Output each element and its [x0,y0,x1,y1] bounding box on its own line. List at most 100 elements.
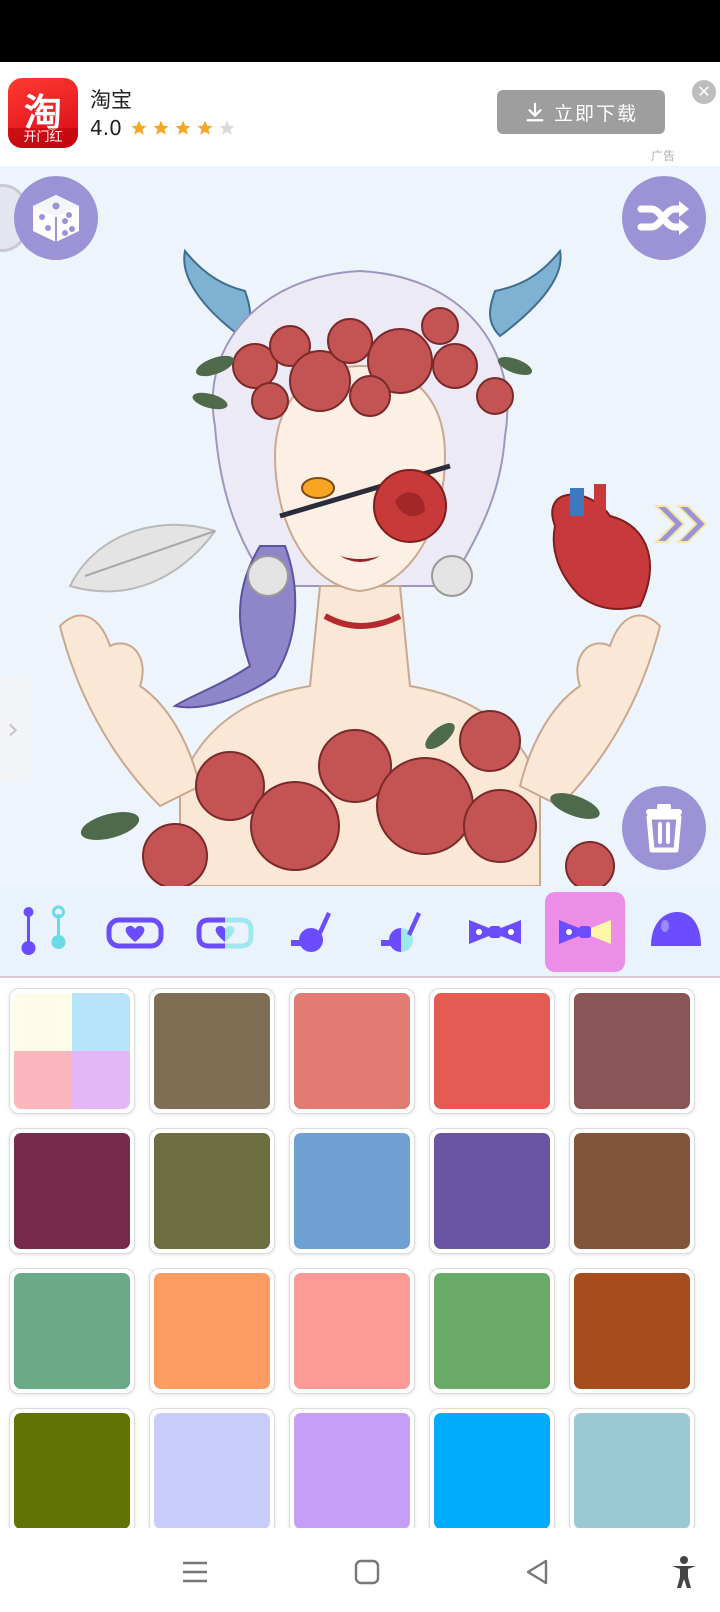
ad-rating-value: 4.0 [90,116,122,140]
swatch-fill [294,993,410,1109]
swatch-fill [574,1133,690,1249]
color-swatch[interactable] [569,1408,695,1528]
color-swatch[interactable] [149,1408,275,1528]
tool-bow[interactable] [455,892,535,972]
menu-button[interactable] [175,1552,215,1592]
blob-icon [651,912,701,946]
color-swatch[interactable] [429,1408,555,1528]
tool-heart-badge[interactable] [95,892,175,972]
swatch-fill [434,1133,550,1249]
color-swatch[interactable] [429,988,555,1114]
random-button[interactable] [14,176,98,260]
color-swatch[interactable] [429,1268,555,1394]
rating-stars [130,119,236,137]
download-icon [526,102,544,122]
tool-half-badge[interactable] [185,892,265,972]
color-palette [0,978,720,1528]
star-filled-icon [131,120,147,135]
horn-right [489,248,562,338]
swatch-fill [154,1133,270,1249]
download-label: 立即下载 [553,102,638,125]
bow-highlight-icon [559,920,611,944]
color-swatch[interactable] [289,1268,415,1394]
close-icon[interactable]: ✕ [692,80,716,104]
bow-icon [469,920,521,944]
avatar-canvas: › [0,166,720,886]
color-swatch[interactable] [9,1268,135,1394]
swatch-fill [294,1273,410,1389]
color-swatch[interactable] [9,1408,135,1528]
side-drawer-tab[interactable]: › [0,676,32,782]
star-filled-icon [175,120,191,135]
ad-banner[interactable]: 淘 开门红 淘宝 4.0 立即下载 ✕ 广告 [0,62,720,166]
multicolor-segment [14,993,72,1051]
color-swatch[interactable] [429,1128,555,1254]
anatomical-heart [551,484,651,610]
category-toolbar [0,886,720,978]
menu-icon [183,1561,207,1583]
accessibility-icon [672,1556,696,1588]
swatch-fill [574,1413,690,1528]
multicolor-segment [14,1051,72,1109]
shuffle-button[interactable] [622,176,706,260]
earring-chain-icon [21,905,66,955]
color-swatch[interactable] [149,988,275,1114]
swatch-fill [154,1413,270,1528]
color-swatch[interactable] [569,1268,695,1394]
color-swatch[interactable] [149,1268,275,1394]
color-swatch[interactable] [289,1128,415,1254]
star-filled-icon [197,120,213,135]
color-swatch[interactable] [9,1128,135,1254]
skull-right [431,555,473,597]
taobao-logo[interactable]: 淘 开门红 [8,78,78,148]
swatch-fill [14,1413,130,1528]
download-button[interactable]: 立即下载 [497,90,665,134]
swatch-multicolor[interactable] [9,988,135,1114]
heart-badge-icon [106,917,164,949]
app-root: 淘 开门红 淘宝 4.0 立即下载 ✕ 广告 › [0,0,720,1612]
delete-button[interactable] [622,786,706,870]
multicolor-quad [14,993,130,1109]
home-button[interactable] [347,1552,387,1592]
chevron-right-icon: › [7,711,19,747]
tool-bow-highlight[interactable] [545,892,625,972]
color-swatch[interactable] [289,988,415,1114]
avatar-illustration [58,248,662,886]
multicolor-segment [72,993,130,1051]
next-button[interactable] [652,502,712,550]
half-badge-icon [196,917,254,949]
tool-blob[interactable] [635,892,715,972]
swatch-fill [14,1133,130,1249]
tool-earring-chain[interactable] [5,892,85,972]
swatch-fill [14,1273,130,1389]
star-empty-icon [219,120,235,135]
accessibility-button[interactable] [664,1552,704,1592]
swatch-fill [154,1273,270,1389]
color-swatch[interactable] [569,1128,695,1254]
color-swatch[interactable] [289,1408,415,1528]
ad-app-name: 淘宝 [90,88,132,112]
swatch-fill [434,1273,550,1389]
eye-left [301,477,335,499]
swatch-fill [574,993,690,1109]
half-pendant-icon [381,912,421,952]
color-swatch[interactable] [569,988,695,1114]
tool-half-pendant[interactable] [365,892,445,972]
back-button[interactable] [517,1552,557,1592]
system-navbar [0,1528,720,1612]
hand-left [58,614,202,808]
star-filled-icon [153,120,169,135]
swatch-fill [154,993,270,1109]
status-bar [0,0,720,62]
swatch-fill [434,1413,550,1528]
tool-pendant[interactable] [275,892,355,972]
pendant-icon [291,912,331,952]
home-icon [354,1559,380,1585]
swatch-fill [294,1413,410,1528]
dice-icon [33,195,79,242]
ad-tag: 广告 [651,149,676,163]
color-swatch[interactable] [149,1128,275,1254]
trash-icon [646,804,682,853]
logo-caption: 开门红 [8,128,78,148]
back-icon [526,1559,548,1585]
